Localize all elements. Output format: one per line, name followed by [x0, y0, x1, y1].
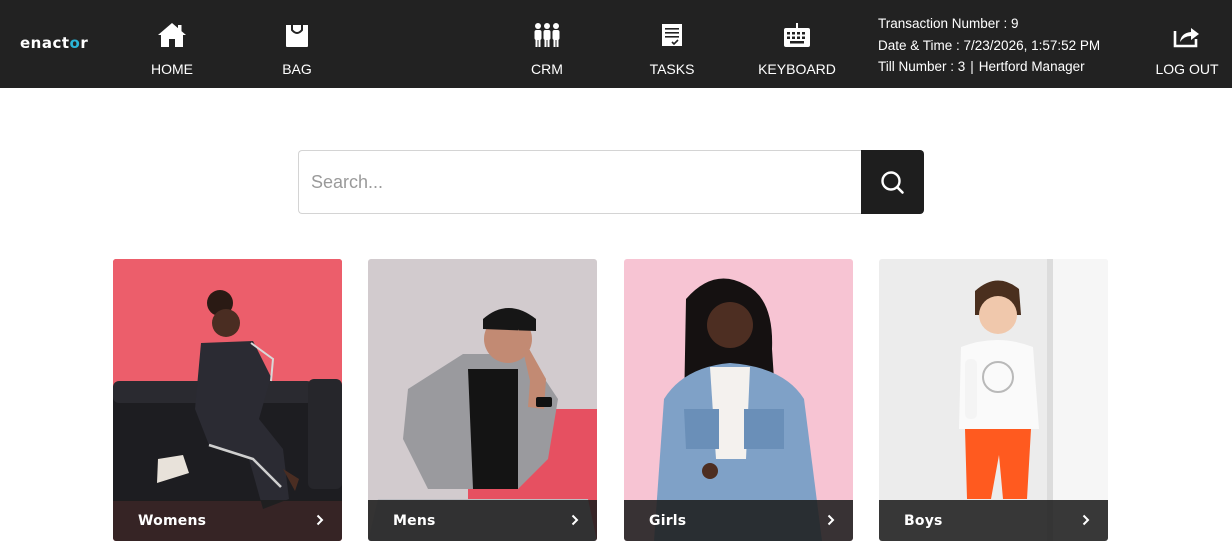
nav-tasks-button[interactable]: TASKS	[622, 0, 722, 88]
nav-home-label: HOME	[151, 61, 193, 77]
category-card-boys[interactable]: Boys	[879, 259, 1108, 541]
nav-tasks-label: TASKS	[649, 61, 695, 77]
chevron-right-icon	[827, 514, 835, 526]
category-card-mens[interactable]: Mens	[368, 259, 597, 541]
logout-icon	[1173, 28, 1199, 48]
date-time: Date & Time : 7/23/2026, 1:57:52 PM	[878, 37, 1101, 53]
nav-keyboard-label: KEYBOARD	[758, 61, 836, 77]
mens-category-image	[368, 259, 597, 541]
tasks-icon	[662, 24, 682, 46]
people-icon	[534, 23, 560, 47]
chevron-right-icon	[571, 514, 579, 526]
logout-button[interactable]: LOG OUT	[1137, 0, 1232, 88]
nav-crm-button[interactable]: CRM	[497, 0, 597, 88]
category-label-boys: Boys	[904, 513, 943, 529]
boys-category-image	[879, 259, 1108, 541]
category-caption-mens: Mens	[368, 500, 597, 541]
keyboard-icon	[784, 23, 810, 47]
chevron-right-icon	[1082, 514, 1090, 526]
till-info: Till Number : 3 | Hertford Manager	[878, 56, 1100, 78]
search-bar	[298, 150, 924, 214]
top-navigation-bar: enactor HOME BAG CRM TASKS KEYBOARD Tran…	[0, 0, 1232, 88]
user-name: Hertford Manager	[978, 59, 1085, 74]
category-card-girls[interactable]: Girls	[624, 259, 853, 541]
category-label-girls: Girls	[649, 513, 687, 529]
nav-bag-button[interactable]: BAG	[247, 0, 347, 88]
category-card-womens[interactable]: Womens	[113, 259, 342, 541]
girls-category-image	[624, 259, 853, 541]
till-separator: |	[970, 59, 974, 74]
nav-home-button[interactable]: HOME	[122, 0, 222, 88]
home-icon	[158, 23, 186, 47]
category-label-womens: Womens	[138, 513, 207, 529]
nav-keyboard-button[interactable]: KEYBOARD	[747, 0, 847, 88]
search-icon	[881, 171, 904, 194]
category-label-mens: Mens	[393, 513, 436, 529]
transaction-number: Transaction Number : 9	[878, 16, 1019, 31]
nav-crm-label: CRM	[531, 61, 563, 77]
bag-icon	[286, 25, 308, 47]
chevron-right-icon	[316, 514, 324, 526]
category-caption-womens: Womens	[113, 500, 342, 541]
search-input[interactable]	[298, 150, 862, 214]
logout-label: LOG OUT	[1155, 61, 1219, 77]
nav-bag-label: BAG	[282, 61, 312, 77]
womens-category-image	[113, 259, 342, 541]
transaction-info: Transaction Number : 9 Date & Time : 7/2…	[878, 13, 1100, 78]
category-caption-girls: Girls	[624, 500, 853, 541]
search-button[interactable]	[861, 150, 924, 214]
till-number: Till Number : 3	[878, 59, 966, 74]
category-caption-boys: Boys	[879, 500, 1108, 541]
enactor-logo: enactor	[20, 34, 89, 52]
